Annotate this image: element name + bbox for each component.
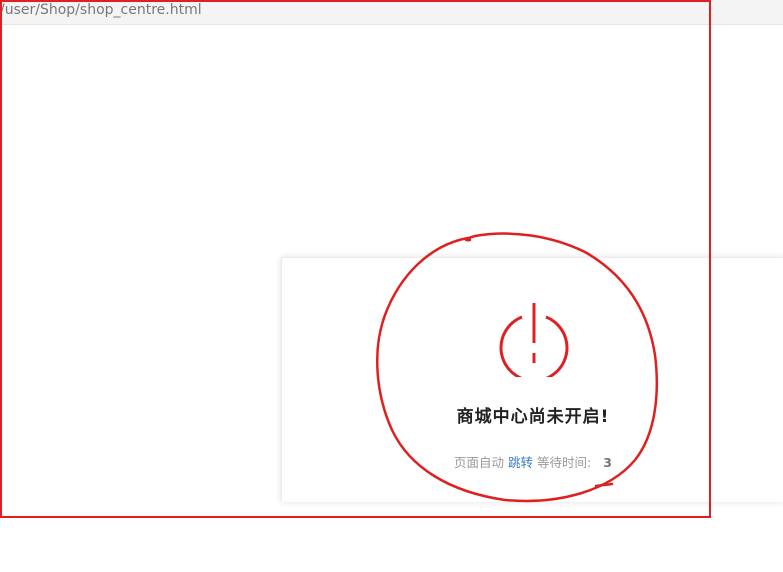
auto-redirect-text: 页面自动 — [454, 455, 505, 470]
url-bar[interactable]: /user/Shop/shop_centre.html — [0, 0, 783, 25]
jump-link[interactable]: 跳转 — [508, 455, 533, 470]
wait-time-label: 等待时间: — [537, 455, 592, 470]
notice-card: 商城中心尚未开启! 页面自动 跳转 等待时间: 3 — [281, 257, 783, 502]
notice-title-text: 商城中心尚未开启! — [456, 407, 610, 427]
url-text: /user/Shop/shop_centre.html — [0, 2, 202, 18]
power-icon — [499, 303, 569, 377]
page: /user/Shop/shop_centre.html 商城中心尚未开启! 页面… — [0, 0, 783, 572]
notice-title: 商城中心尚未开启! — [282, 402, 783, 427]
countdown-value: 3 — [603, 455, 612, 470]
redirect-notice: 页面自动 跳转 等待时间: 3 — [282, 452, 783, 471]
